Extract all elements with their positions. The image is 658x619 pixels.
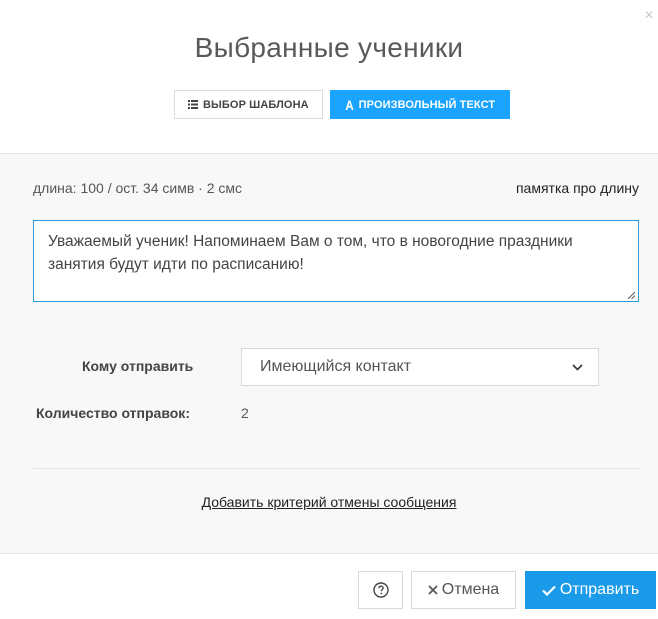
footer-divider — [0, 553, 658, 554]
help-button[interactable] — [358, 571, 403, 609]
send-label: Отправить — [559, 581, 640, 598]
send-count-value: 2 — [241, 405, 249, 421]
check-icon — [542, 585, 556, 596]
close-icon — [428, 585, 438, 595]
text-a-icon — [345, 100, 354, 110]
message-textarea[interactable]: Уважаемый ученик! Напоминаем Вам о том, … — [33, 220, 639, 302]
cancel-label: Отмена — [441, 581, 500, 598]
add-cancel-criterion-link[interactable]: Добавить критерий отмены сообщения — [0, 494, 658, 510]
dialog-title: Выбранные ученики — [194, 32, 464, 63]
template-select-button[interactable]: ВЫБОР ШАБЛОНА — [174, 90, 323, 119]
length-memo-link[interactable]: памятка про длину — [516, 180, 639, 196]
resize-handle-icon[interactable] — [627, 291, 635, 299]
send-to-label: Кому отправить — [82, 358, 194, 374]
question-circle-icon — [372, 582, 389, 598]
send-message-dialog: × Выбранные ученики ВЫБОР ШАБЛОНА ПРОИЗВ… — [0, 0, 658, 619]
send-button[interactable]: Отправить — [525, 571, 656, 609]
send-to-selected-value: Имеющийся контакт — [260, 358, 412, 375]
section-divider — [33, 468, 640, 469]
chevron-down-icon — [572, 363, 583, 371]
send-count-label: Количество отправок: — [36, 405, 190, 421]
template-select-label: ВЫБОР ШАБЛОНА — [203, 98, 309, 111]
custom-text-button[interactable]: ПРОИЗВОЛЬНЫЙ ТЕКСТ — [329, 90, 511, 119]
close-icon[interactable]: × — [642, 8, 656, 24]
mode-switch: ВЫБОР ШАБЛОНА ПРОИЗВОЛЬНЫЙ ТЕКСТ — [174, 90, 511, 119]
cancel-button[interactable]: Отмена — [411, 571, 516, 609]
message-length-info: длина: 100 / ост. 34 симв · 2 смс — [33, 180, 242, 196]
send-to-select[interactable]: Имеющийся контакт — [241, 348, 599, 386]
custom-text-label: ПРОИЗВОЛЬНЫЙ ТЕКСТ — [358, 98, 496, 111]
list-icon — [188, 100, 198, 109]
